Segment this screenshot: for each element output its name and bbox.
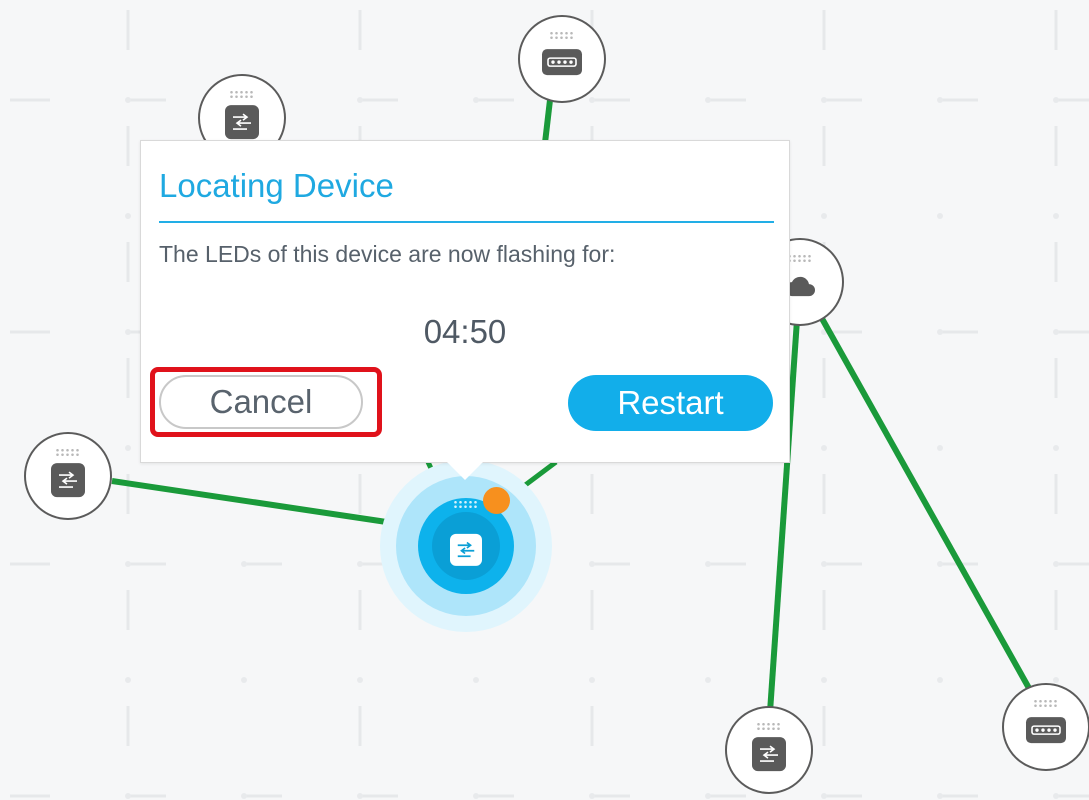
countdown-timer: 04:50 — [423, 313, 507, 350]
led-dots — [229, 90, 255, 99]
led-dots — [787, 254, 813, 263]
popover-title: Locating Device — [159, 167, 394, 204]
status-indicator-dot — [483, 487, 510, 514]
ports-icon — [1026, 717, 1066, 744]
led-dots — [55, 448, 81, 457]
ports-icon — [542, 49, 582, 76]
link-cloud-right — [817, 313, 1033, 692]
device-node-bottom-right[interactable] — [1002, 683, 1089, 771]
cancel-button[interactable]: Cancel — [159, 375, 363, 429]
led-dots — [549, 31, 575, 40]
popover-message: The LEDs of this device are now flashing… — [159, 241, 616, 267]
topology-canvas[interactable]: Locating Device The LEDs of this device … — [0, 0, 1089, 800]
led-dots — [1033, 699, 1059, 708]
restart-button[interactable]: Restart — [568, 375, 773, 431]
led-dots — [756, 722, 782, 731]
device-node-bottom-mid[interactable] — [725, 706, 813, 794]
switch-icon — [752, 737, 786, 772]
switch-icon — [225, 105, 259, 140]
locating-device-popover: Locating Device The LEDs of this device … — [140, 140, 790, 480]
device-node-selected[interactable] — [380, 460, 552, 632]
device-node-left[interactable] — [24, 432, 112, 520]
title-divider — [159, 221, 774, 223]
popover-arrow — [447, 462, 483, 480]
switch-icon — [450, 533, 482, 566]
link-left — [111, 478, 421, 530]
led-dots — [453, 500, 479, 509]
switch-icon — [51, 463, 85, 498]
device-node-top[interactable] — [518, 15, 606, 103]
